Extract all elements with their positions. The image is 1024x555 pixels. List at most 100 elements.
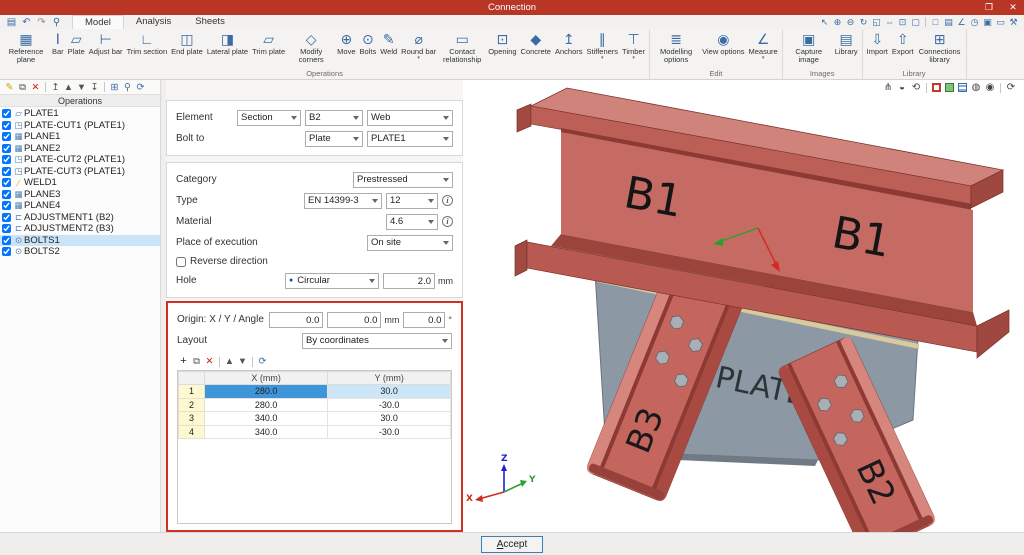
element-member-select[interactable]: B2 (305, 110, 363, 126)
ribbon-item-plate[interactable]: ▱Plate (66, 30, 87, 57)
comment-icon[interactable]: ▭ (994, 16, 1007, 29)
select-arrow-icon[interactable]: ↖ (818, 16, 831, 29)
tree-item-plate-cut2-plate1[interactable]: ◳PLATE-CUT2 (PLATE1) (0, 154, 160, 166)
y-value-cell[interactable]: -30.0 (328, 425, 451, 439)
search-icon[interactable]: ⚲ (121, 81, 134, 94)
row-down-icon[interactable]: ▼ (236, 355, 249, 368)
delete-row-icon[interactable]: ✕ (203, 355, 216, 368)
row-number-cell[interactable]: 2 (179, 398, 205, 412)
x-value-cell[interactable]: 280.0 (205, 385, 328, 399)
delete-icon[interactable]: ✕ (29, 81, 42, 94)
bolt-to-type-select[interactable]: Plate (305, 131, 363, 147)
type-info-icon[interactable]: i (442, 195, 453, 206)
move-up-icon[interactable]: ▲ (62, 81, 75, 94)
rotate-reset-icon[interactable]: ⟳ (1004, 82, 1018, 93)
ribbon-item-round-bar[interactable]: ⌀Round bar▾ (399, 30, 438, 61)
shaded-view-icon[interactable]: ◒ (895, 82, 909, 93)
material-info-icon[interactable]: i (442, 216, 453, 227)
ribbon-item-lateral-plate[interactable]: ◨Lateral plate (205, 30, 250, 57)
tree-item-checkbox[interactable] (2, 213, 11, 222)
edit-icon[interactable]: ✎ (3, 81, 16, 94)
visibility-eye-icon[interactable]: ◉ (983, 82, 997, 93)
undo-icon[interactable]: ↶ (19, 16, 34, 29)
zoom-in-icon[interactable]: ⊕ (831, 16, 844, 29)
ribbon-item-import[interactable]: ⇩Import (865, 30, 890, 57)
origin-x-input[interactable]: 0.0 (269, 312, 323, 328)
zoom-rotate-icon[interactable]: ↻ (857, 16, 870, 29)
axis-triad-icon[interactable]: ⋔ (881, 82, 895, 93)
save-icon[interactable]: ▤ (4, 16, 19, 29)
tree-item-plane3[interactable]: ▦PLANE3 (0, 189, 160, 201)
row-up-icon[interactable]: ▲ (223, 355, 236, 368)
row-number-cell[interactable]: 1 (179, 385, 205, 399)
zoom-fit-icon[interactable]: ⊡ (896, 16, 909, 29)
origin-y-input[interactable]: 0.0 (327, 312, 381, 328)
ribbon-item-contact-relationship[interactable]: ▭Contact relationship (438, 30, 486, 65)
ribbon-item-adjust-bar[interactable]: ⊢Adjust bar (87, 30, 125, 57)
tree-item-plate-cut1-plate1[interactable]: ◳PLATE-CUT1 (PLATE1) (0, 120, 160, 132)
move-down-icon[interactable]: ▼ (75, 81, 88, 94)
category-select[interactable]: Prestressed (353, 172, 453, 188)
solid-green-icon[interactable] (945, 83, 954, 92)
tree-item-checkbox[interactable] (2, 201, 11, 210)
type-size-select[interactable]: 12 (386, 193, 438, 209)
refresh-icon[interactable]: ⟳ (134, 81, 147, 94)
tab-model[interactable]: Model (72, 15, 124, 29)
row-number-cell[interactable]: 4 (179, 425, 205, 439)
y-value-cell[interactable]: -30.0 (328, 398, 451, 412)
ribbon-item-trim-plate[interactable]: ▱Trim plate (250, 30, 287, 57)
ribbon-item-view-options[interactable]: ◉View options (700, 30, 746, 57)
tree-item-checkbox[interactable] (2, 247, 11, 256)
row-number-cell[interactable]: 3 (179, 412, 205, 426)
element-type-select[interactable]: Section (237, 110, 301, 126)
close-window-icon[interactable]: ✕ (1002, 2, 1024, 13)
clock-icon[interactable]: ◷ (968, 16, 981, 29)
ribbon-item-concrete[interactable]: ◆Concrete (519, 30, 553, 57)
ribbon-item-trim-section[interactable]: ∟Trim section (125, 30, 170, 57)
tree-item-checkbox[interactable] (2, 121, 11, 130)
orbit-view-icon[interactable]: ⟲ (909, 82, 923, 93)
ribbon-item-bar[interactable]: ⅠBar (50, 30, 66, 57)
tree-item-checkbox[interactable] (2, 155, 11, 164)
type-standard-select[interactable]: EN 14399-3 (304, 193, 382, 209)
x-value-cell[interactable]: 340.0 (205, 425, 328, 439)
keyboard-icon[interactable]: ▤ (942, 16, 955, 29)
move-top-icon[interactable]: ↥ (49, 81, 62, 94)
ribbon-item-connections-library[interactable]: ⊞Connections library (916, 30, 964, 65)
ribbon-item-timber[interactable]: ⊤Timber▾ (620, 30, 647, 61)
add-row-icon[interactable]: + (177, 355, 190, 368)
restore-window-icon[interactable]: ❐ (978, 2, 1000, 13)
place-of-execution-select[interactable]: On site (367, 235, 453, 251)
ribbon-item-measure[interactable]: ∠Measure▾ (747, 30, 780, 61)
render-sphere-icon[interactable]: ◍ (969, 82, 983, 93)
redo-icon[interactable]: ↷ (34, 16, 49, 29)
gallery-icon[interactable]: ▣ (981, 16, 994, 29)
ribbon-item-stiffeners[interactable]: ∥Stiffeners▾ (585, 30, 621, 61)
copy-row-icon[interactable]: ⧉ (190, 355, 203, 368)
3d-viewport[interactable]: ⋔◒⟲◍◉⟳ PLATE1 (463, 80, 1024, 532)
tree-item-plate1[interactable]: ▱PLATE1 (0, 108, 160, 120)
ribbon-item-capture-image[interactable]: ▣Capture image (785, 30, 833, 65)
ribbon-item-bolts[interactable]: ⊙Bolts (358, 30, 379, 57)
layout-select[interactable]: By coordinates (302, 333, 452, 349)
tree-item-checkbox[interactable] (2, 236, 11, 245)
ribbon-item-modelling-options[interactable]: ≣Modelling options (652, 30, 700, 65)
tree-item-checkbox[interactable] (2, 190, 11, 199)
x-value-cell[interactable]: 340.0 (205, 412, 328, 426)
screen-icon[interactable]: ▢ (909, 16, 922, 29)
tree-item-bolts2[interactable]: ⊙BOLTS2 (0, 246, 160, 258)
origin-angle-input[interactable]: 0.0 (403, 312, 445, 328)
ribbon-item-reference-plane[interactable]: ▦Reference plane (2, 30, 50, 65)
ribbon-item-modify-corners[interactable]: ◇Modify corners (287, 30, 335, 65)
tree-item-weld1[interactable]: ∕WELD1 (0, 177, 160, 189)
pan-icon[interactable]: ⇔ (883, 16, 896, 29)
ribbon-item-end-plate[interactable]: ◫End plate (169, 30, 205, 57)
window-layout-icon[interactable]: □ (929, 16, 942, 29)
tree-item-checkbox[interactable] (2, 178, 11, 187)
x-value-cell[interactable]: 280.0 (205, 398, 328, 412)
ribbon-item-export[interactable]: ⇧Export (890, 30, 916, 57)
zoom-window-icon[interactable]: ◱ (870, 16, 883, 29)
tree-item-plane1[interactable]: ▦PLANE1 (0, 131, 160, 143)
hole-value-input[interactable]: 2.0 (383, 273, 435, 289)
tree-item-plane2[interactable]: ▦PLANE2 (0, 143, 160, 155)
